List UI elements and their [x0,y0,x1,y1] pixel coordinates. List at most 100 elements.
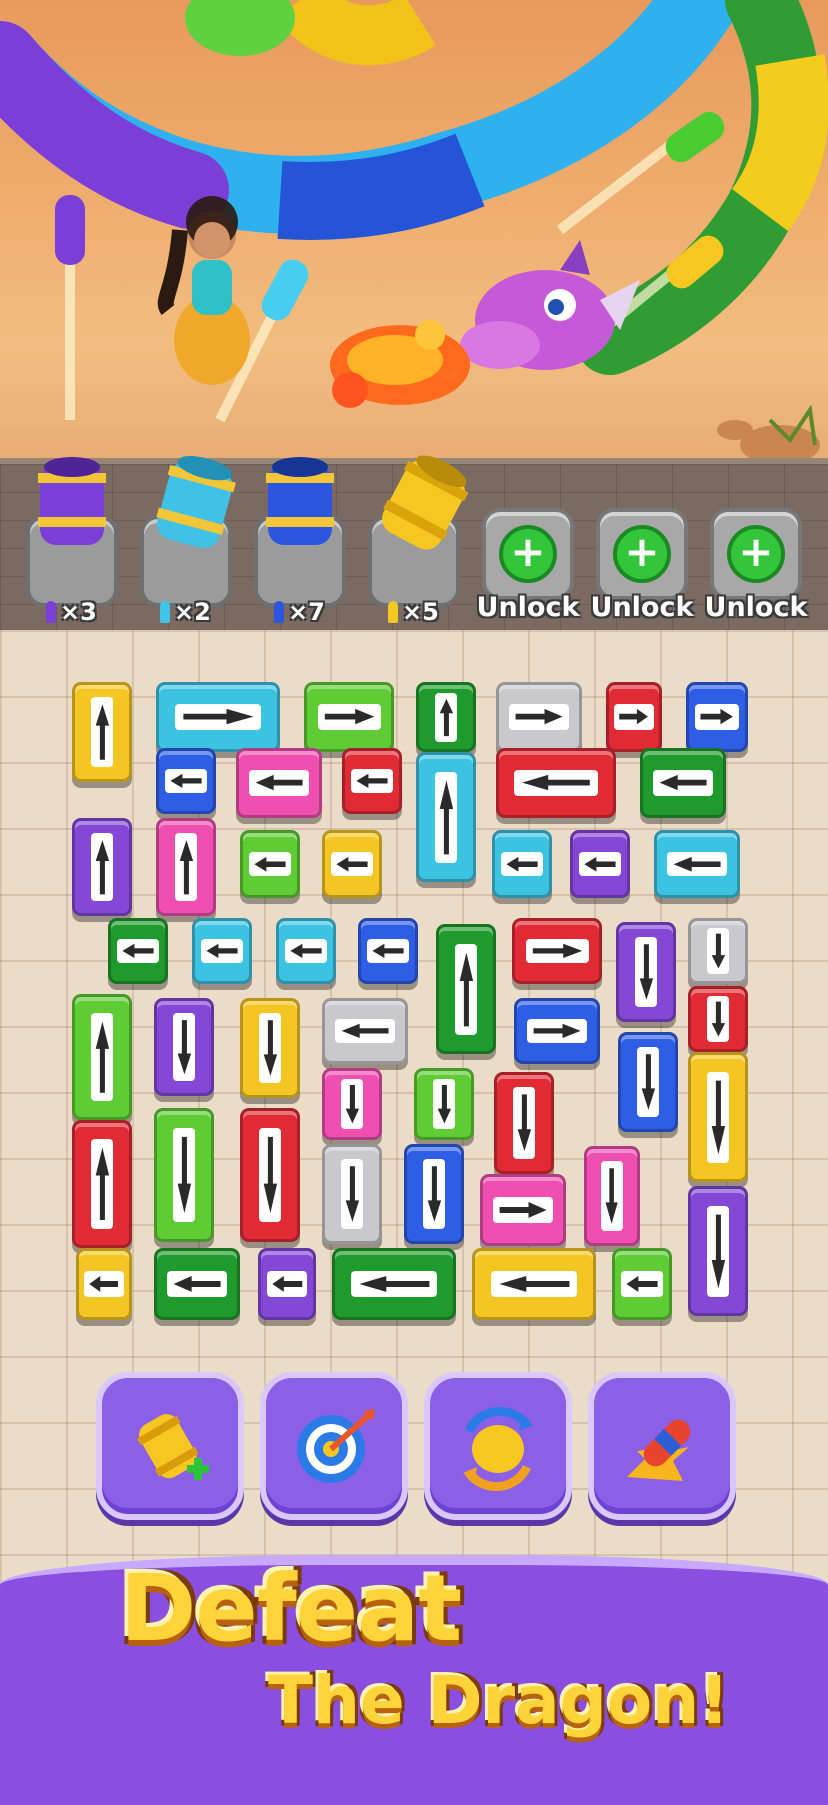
unlock-label-3: Unlock [704,592,808,623]
arrow-block-yellow-left[interactable] [472,1248,596,1320]
arrow-down-icon [340,1078,364,1130]
arrow-down-icon [340,1159,364,1229]
arrow-left-icon [165,769,207,793]
arrow-right-icon [317,704,381,730]
arrow-block-green-up[interactable] [72,994,132,1120]
arrow-block-gray-right[interactable] [496,682,582,752]
fire-breath-icon [330,320,470,408]
arrow-up-icon [454,943,478,1035]
arrow-block-yellow-down[interactable] [240,998,300,1098]
arrow-block-cyan-left[interactable] [276,918,336,984]
arrow-block-yellow-left[interactable] [76,1248,132,1320]
arrow-block-green-left[interactable] [612,1248,672,1320]
arrow-block-dgreen-left[interactable] [154,1248,240,1320]
arrow-left-icon [621,1271,663,1297]
rocket-booster[interactable] [588,1372,736,1520]
arrow-block-cyan-up[interactable] [416,752,476,882]
arrow-down-icon [258,1128,282,1222]
arrow-block-cyan-left[interactable] [492,830,552,898]
arrow-block-pink-down[interactable] [584,1146,640,1246]
arrow-left-icon [514,770,598,796]
arrow-block-yellow-left[interactable] [322,830,382,898]
arrow-down-icon [172,1128,196,1222]
arrow-block-dgreen-left[interactable] [332,1248,456,1320]
arrow-right-icon [492,1197,554,1223]
arrow-block-gray-down[interactable] [688,918,748,984]
arrow-block-blue-down[interactable] [618,1032,678,1132]
shuffle-icon [463,1406,533,1491]
shuffle-booster[interactable] [424,1372,572,1520]
unlock-label-2: Unlock [590,592,694,623]
arrow-left-icon [579,851,621,877]
arrow-left-icon [331,851,373,877]
arrow-left-icon [334,1019,396,1043]
arrow-block-purple-left[interactable] [258,1248,316,1320]
cannon-yellow-icon [382,455,469,550]
arrow-up-icon [90,697,114,767]
arrow-block-gray-left[interactable] [322,998,408,1064]
arrow-block-blue-left[interactable] [358,918,418,984]
arrow-left-icon [367,939,409,963]
arrow-block-purple-down[interactable] [154,998,214,1096]
arrow-block-red-up[interactable] [72,1120,132,1248]
target-icon [297,1409,375,1483]
arrow-block-green-down[interactable] [154,1108,214,1242]
arrow-up-icon [90,1012,114,1102]
arrow-right-icon [174,704,262,730]
arrow-down-icon [422,1159,446,1229]
arrow-block-blue-left[interactable] [156,748,216,814]
arrow-block-dgreen-up[interactable] [416,682,476,752]
arrow-block-green-down[interactable] [414,1068,474,1140]
arrow-block-purple-down[interactable] [616,922,676,1022]
arrow-block-red-down[interactable] [494,1072,554,1174]
arrow-down-icon [706,1205,730,1297]
cannon-cyan-icon [156,456,236,549]
arrow-down-icon [706,927,730,975]
arrow-block-red-right[interactable] [606,682,662,752]
rocket-purple-icon [55,195,85,420]
arrow-left-icon [201,939,243,963]
arrow-right-icon [695,704,739,730]
arrow-block-dgreen-up[interactable] [436,924,496,1054]
arrow-down-icon [636,1047,660,1117]
arrow-block-red-right[interactable] [512,918,602,984]
arrow-block-purple-left[interactable] [570,830,630,898]
arrow-block-pink-left[interactable] [236,748,322,818]
arrow-block-blue-right[interactable] [686,682,748,752]
arrow-block-pink-down[interactable] [322,1068,382,1140]
arrow-block-cyan-right[interactable] [156,682,280,752]
arrow-block-cyan-left[interactable] [192,918,252,984]
arrow-block-green-left[interactable] [240,830,300,898]
target-booster[interactable] [260,1372,408,1520]
add-cannon-booster[interactable] [96,1372,244,1520]
arrow-block-pink-right[interactable] [480,1174,566,1246]
arrow-down-icon [432,1078,456,1130]
arrow-block-red-left[interactable] [496,748,616,818]
arrow-block-green-right[interactable] [304,682,394,752]
arrow-left-icon [285,939,327,963]
arrow-block-purple-down[interactable] [688,1186,748,1316]
plus-icon: + [499,525,557,583]
arrow-block-gray-down[interactable] [322,1144,382,1244]
arrow-block-purple-up[interactable] [72,818,132,916]
arrow-block-pink-up[interactable] [156,818,216,916]
arrow-block-yellow-down[interactable] [688,1052,748,1182]
arrow-left-icon [501,851,543,877]
arrow-block-blue-down[interactable] [404,1144,464,1244]
unlock-slot-1[interactable]: + [482,508,574,600]
unlock-slot-3[interactable]: + [710,508,802,600]
arrow-block-blue-right[interactable] [514,998,600,1064]
arrow-block-red-down[interactable] [240,1108,300,1242]
arrow-left-icon [249,851,291,877]
arrow-block-dgreen-left[interactable] [108,918,168,984]
arrow-block-cyan-left[interactable] [654,830,740,898]
arrow-up-icon [174,832,198,902]
arrow-block-red-left[interactable] [342,748,402,814]
arrow-block-dgreen-left[interactable] [640,748,726,818]
arrow-left-icon [490,1271,578,1297]
arrow-left-icon [351,769,393,793]
ammo-count-purple: ×3 [46,598,97,626]
arrow-block-red-down[interactable] [688,986,748,1052]
unlock-slot-2[interactable]: + [596,508,688,600]
arrow-block-yellow-up[interactable] [72,682,132,782]
